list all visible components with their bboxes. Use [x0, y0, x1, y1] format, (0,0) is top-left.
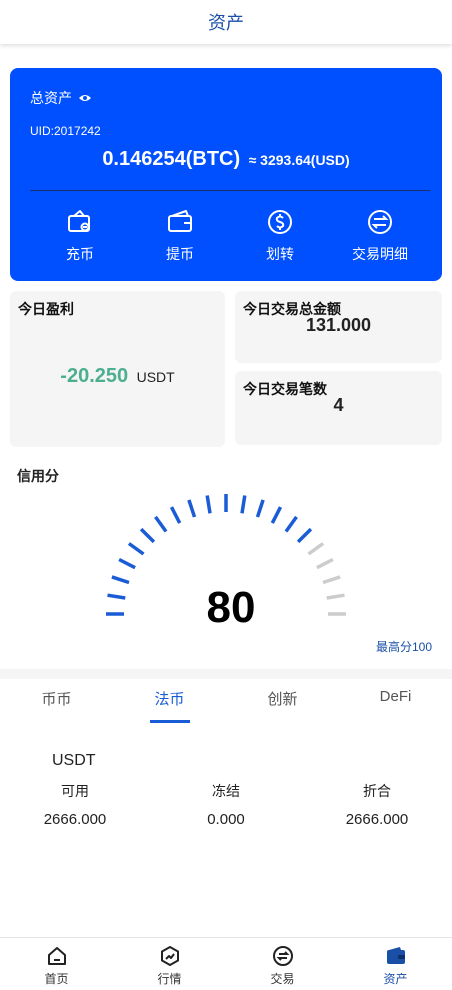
home-icon	[47, 947, 66, 965]
frozen-label: 冻结	[212, 783, 240, 799]
transaction-details-button[interactable]: 交易明细	[330, 208, 430, 264]
tabbar-assets[interactable]: 资产	[339, 938, 452, 990]
frozen-value: 0.000	[207, 811, 245, 828]
max-score-label: 最高分100	[375, 640, 432, 654]
available-label: 可用	[61, 783, 89, 799]
today-profit-unit: USDT	[136, 369, 175, 385]
total-asset-card: 总资产 UID:2017242 0.146254(BTC) ≈ 3293.64(…	[10, 68, 442, 281]
tabbar-trade[interactable]: 交易	[226, 938, 339, 990]
tab-defi[interactable]: DeFi	[339, 688, 452, 728]
card-divider	[30, 190, 430, 191]
transaction-details-label: 交易明细	[352, 246, 408, 262]
today-profit-value: -20.250	[60, 365, 129, 387]
app-header: 资产	[0, 0, 452, 44]
credit-score-gauge: 80	[106, 494, 346, 632]
tabbar-market-label: 行情	[157, 972, 182, 986]
today-total-value: 131.000	[305, 315, 372, 335]
transfer-label: 划转	[266, 246, 294, 262]
user-uid: UID:2017242	[30, 124, 101, 138]
withdraw-button[interactable]: 提币	[130, 208, 230, 264]
equivalent-column: 折合 2666.000	[302, 781, 452, 828]
gauge-tick	[284, 515, 298, 533]
gauge-tick	[187, 499, 197, 518]
usd-amount: ≈ 3293.64(USD)	[248, 152, 350, 168]
bottom-tab-bar: 首页 行情 交易 资产	[0, 937, 452, 990]
asset-amounts: 0.146254(BTC) ≈ 3293.64(USD)	[10, 148, 442, 171]
eye-icon[interactable]	[78, 93, 92, 103]
today-profit-line: -20.250 USDT	[10, 365, 225, 388]
tabbar-assets-label: 资产	[383, 972, 408, 986]
transaction-details-icon	[368, 210, 392, 234]
gauge-tick	[307, 542, 325, 556]
deposit-icon	[68, 210, 90, 232]
gauge-tick	[111, 575, 130, 585]
asset-actions: 充币 提币 划转 交易明细	[30, 208, 430, 264]
gauge-tick	[322, 575, 341, 585]
gauge-tick	[255, 499, 265, 518]
tabbar-home[interactable]: 首页	[0, 938, 113, 990]
total-asset-label: 总资产	[30, 90, 72, 106]
transfer-icon	[268, 210, 292, 234]
withdraw-label: 提币	[166, 246, 194, 262]
gauge-tick	[139, 527, 156, 544]
gauge-tick	[326, 593, 345, 600]
withdraw-icon	[168, 210, 192, 232]
tab-fiat[interactable]: 法币	[113, 688, 226, 728]
gauge-tick	[107, 593, 126, 600]
today-profit-title: 今日盈利	[18, 301, 74, 317]
available-value: 2666.000	[43, 811, 107, 828]
available-column: 可用 2666.000	[0, 781, 150, 828]
gauge-tick	[296, 527, 313, 544]
gauge-tick	[205, 495, 212, 514]
transfer-button[interactable]: 划转	[230, 208, 330, 264]
gauge-tick	[169, 506, 182, 524]
gauge-tick	[118, 557, 136, 570]
tab-innovation[interactable]: 创新	[226, 688, 339, 728]
gauge-tick	[316, 557, 334, 570]
gauge-tick	[154, 515, 168, 533]
currency-name: USDT	[52, 752, 96, 769]
wallet-icon	[386, 947, 405, 964]
tabbar-home-label: 首页	[44, 972, 69, 986]
equivalent-value: 2666.000	[345, 811, 409, 828]
today-profit-card: 今日盈利 -20.250 USDT	[10, 291, 225, 447]
gauge-tick	[240, 495, 247, 514]
gauge-tick	[127, 542, 145, 556]
market-tabs: 币币 法币 创新 DeFi	[0, 688, 452, 728]
today-count-value: 4	[333, 395, 344, 415]
tab-spot[interactable]: 币币	[0, 688, 113, 728]
deposit-label: 充币	[66, 246, 94, 262]
today-count-card: 今日交易笔数 4	[235, 371, 442, 445]
market-icon	[160, 946, 179, 966]
equivalent-label: 折合	[363, 783, 391, 799]
frozen-column: 冻结 0.000	[151, 781, 301, 828]
trade-icon	[272, 946, 293, 966]
deposit-button[interactable]: 充币	[30, 208, 130, 264]
tabbar-market[interactable]: 行情	[113, 938, 226, 990]
tabbar-trade-label: 交易	[270, 972, 295, 986]
gauge-tick	[270, 506, 283, 524]
credit-score-label: 信用分	[17, 468, 59, 484]
btc-amount: 0.146254(BTC)	[102, 148, 241, 170]
total-asset-label-row: 总资产	[30, 88, 92, 108]
credit-score-value: 80	[207, 583, 256, 632]
page-title: 资产	[208, 13, 244, 33]
today-total-card: 今日交易总金额 131.000	[235, 291, 442, 363]
section-separator	[0, 669, 452, 679]
